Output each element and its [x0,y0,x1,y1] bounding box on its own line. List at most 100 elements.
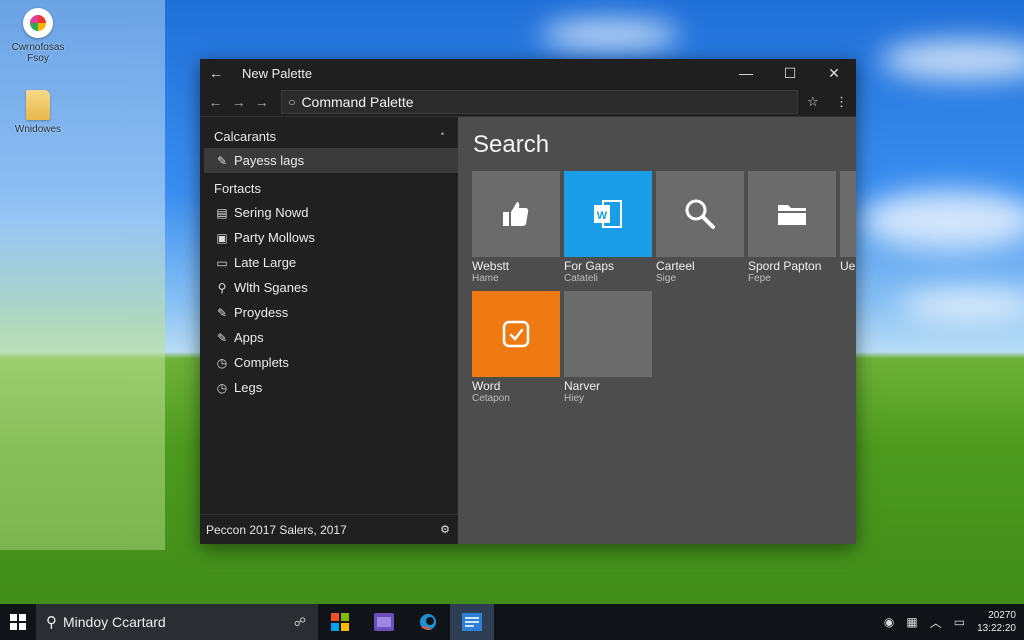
tile-label: Carteel [656,259,695,273]
sidebar-item-label: Wlth Sganes [234,280,308,295]
location-icon[interactable]: ◉ [884,615,894,629]
minimize-button[interactable]: — [724,65,768,81]
tile-sublabel: Hiey [564,393,585,404]
tile-sublabel: Cetapon [472,393,510,404]
app-tile[interactable] [472,171,560,257]
start-button[interactable] [0,604,36,640]
pencil-icon: ✎ [216,330,228,345]
nav-next-icon[interactable]: → [250,94,273,110]
sidebar-item-label: Party Mollows [234,230,315,245]
search-text: Mindoy Ccartard [63,614,166,630]
desktop-icon-label: Wnidowes [14,124,62,135]
sidebar-item[interactable]: ✎ Apps [200,325,458,350]
tile-sublabel: Catateli [564,273,598,284]
folder-icon [26,90,50,120]
app-tile[interactable]: W [564,171,652,257]
sidebar-item[interactable]: ⚲ Wlth Sganes [200,275,458,300]
tile-label: Narver [564,379,601,393]
word-icon: W [594,200,622,228]
sidebar-item-label: Late Large [234,255,297,270]
pencil-icon: ✎ [216,153,228,168]
taskbar-app-store[interactable] [318,604,362,640]
tile-sublabel: Fepe [748,273,771,284]
desktop-icon-windows-folder[interactable]: Wnidowes [3,90,73,135]
footer-text: Peccon 2017 Salers, 2017 [206,522,347,537]
nav-back-icon[interactable]: ← [204,94,227,110]
section-dot-icon: • [440,129,444,139]
sidebar-item-active[interactable]: ✎ Payess lags [204,148,458,173]
taskbar-app-file-explorer[interactable] [450,604,494,640]
pin-icon[interactable]: ☆ [798,94,827,110]
tile-label: For Gaps [564,259,615,273]
sidebar-item-label: Proydess [234,305,289,320]
taskbar-app-edge[interactable] [406,604,450,640]
search-panel: Search Webstt Hame W For Gaps Catateli C… [458,117,856,544]
sidebar-item[interactable]: ▣ Party Mollows [200,225,458,250]
monitor-icon: ▭ [216,255,228,270]
thumbs-up-icon [503,202,529,226]
app-tile[interactable] [748,171,836,257]
sidebar-item-label: Sering Nowd [234,205,309,220]
tile-label: Webstt [472,259,510,273]
pencil-icon: ✎ [216,305,228,320]
sidebar-footer: Peccon 2017 Salers, 2017 ⚙ [200,514,458,544]
app-tile[interactable] [840,171,856,257]
visual-studio-icon [374,613,394,631]
desktop-icon-photos[interactable]: Cwrnofosas Fsoy [3,8,73,64]
sidebar-item[interactable]: ◷ Complets [200,350,458,375]
tile-label: Word [472,379,501,393]
sidebar-item[interactable]: ▭ Late Large [200,250,458,275]
edge-icon [420,614,436,630]
sidebar-item[interactable]: ◷ Legs [200,375,458,400]
store-icon [331,613,349,631]
address-input[interactable]: ○ Command Palette [281,89,799,114]
window-title: New Palette [242,65,313,81]
clock-time: 13:22:20 [977,623,1016,634]
command-palette-window: ← New Palette — ☐ ✕ ← → → ○ Command Pale… [200,59,856,544]
nav-forward-icon[interactable]: → [227,94,250,110]
taskbar: ⚲ Mindoy Ccartard ☍ ◉ ▦ ︿ ▭ 20270 13:22:… [0,604,1024,640]
desktop-icon-label: Cwrnofosas [11,42,65,53]
sidebar-item[interactable]: ▤ Sering Nowd [200,200,458,225]
sidebar-section-header: Calcarants • [200,117,458,148]
title-bar: ← New Palette — ☐ ✕ [200,59,856,87]
app-tile[interactable] [564,291,652,377]
chevron-up-icon[interactable]: ︿ [930,614,942,631]
magnifier-icon [685,199,715,229]
address-text: Command Palette [301,93,414,110]
people-icon[interactable]: ☍ [294,615,306,629]
app-tile[interactable] [656,171,744,257]
app-tile[interactable] [472,291,560,377]
clock-icon: ◷ [216,380,228,395]
desktop-icon-label: Fsoy [27,53,49,64]
notification-icon[interactable]: ▭ [954,615,965,629]
search-icon: ○ [288,94,296,109]
page-title: Search [473,131,550,158]
table-icon: ▤ [216,205,228,220]
maximize-button[interactable]: ☐ [768,65,812,82]
taskbar-search-box[interactable]: ⚲ Mindoy Ccartard ☍ [36,604,318,640]
close-button[interactable]: ✕ [812,65,856,82]
sidebar-item[interactable]: ✎ Proydess [200,300,458,325]
sidebar-section-header: Fortacts [200,173,458,200]
check-note-icon [502,320,530,348]
back-arrow-icon[interactable]: ← [200,65,232,81]
window-app-icon [462,613,482,631]
cloud [900,290,1024,320]
search-icon: ⚲ [46,614,57,631]
taskbar-app-visual-studio[interactable] [362,604,406,640]
more-options-icon[interactable]: ⋮ [827,94,856,110]
settings-icon[interactable]: ⚙ [440,523,450,536]
tile-sublabel: Hame [472,273,499,284]
keyboard-icon[interactable]: ▦ [906,615,917,629]
tile-label: Ue [840,259,856,273]
photos-icon [23,8,53,38]
cloud [860,190,1024,250]
svg-text:W: W [597,210,608,222]
cloud [880,40,1024,80]
windows-logo-icon [10,614,26,630]
tile-label: Spord Papton [748,259,822,273]
system-clock[interactable]: 20270 13:22:20 [977,609,1016,635]
section-title: Fortacts [214,181,261,196]
folder-icon [778,205,806,225]
